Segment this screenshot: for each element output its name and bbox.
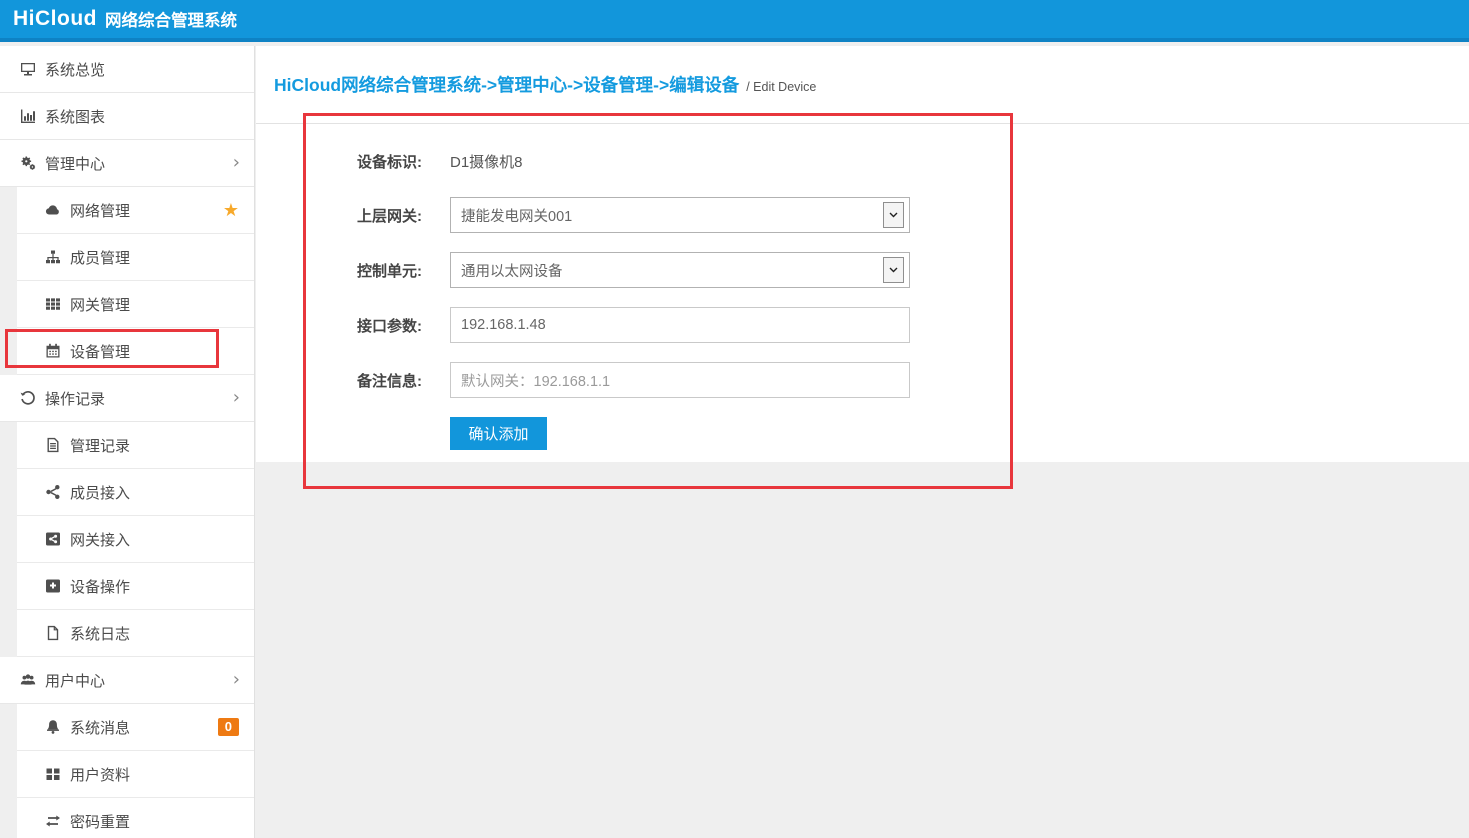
control-unit-label: 控制单元: bbox=[256, 260, 422, 281]
sidebar-item-label: 系统总览 bbox=[45, 59, 105, 80]
remark-input[interactable] bbox=[450, 362, 910, 398]
sidebar: 系统总览 系统图表 管理中心 › 网络管理 ★ 成员管理 bbox=[0, 46, 255, 838]
desktop-icon bbox=[20, 61, 36, 77]
sidebar-item-label: 成员管理 bbox=[70, 247, 130, 268]
sidebar-item-label: 成员接入 bbox=[70, 482, 130, 503]
device-id-value: D1摄像机8 bbox=[450, 151, 523, 172]
interface-params-label: 接口参数: bbox=[256, 315, 422, 336]
breadcrumb-suffix: / Edit Device bbox=[746, 76, 816, 94]
breadcrumb-bar: HiCloud网络综合管理系统->管理中心->设备管理->编辑设备 / Edit… bbox=[256, 46, 1469, 124]
chevron-right-icon: › bbox=[233, 389, 240, 407]
sidebar-item-user-profile[interactable]: 用户资料 bbox=[17, 751, 254, 798]
chart-icon bbox=[20, 108, 36, 124]
sidebar-item-label: 管理中心 bbox=[45, 153, 105, 174]
sidebar-item-password-reset[interactable]: 密码重置 bbox=[17, 798, 254, 838]
file-text-icon bbox=[45, 437, 61, 453]
users-icon bbox=[20, 672, 36, 688]
device-id-label: 设备标识: bbox=[256, 151, 422, 172]
confirm-add-button[interactable]: 确认添加 bbox=[450, 417, 547, 450]
remark-row: 备注信息: bbox=[256, 362, 1469, 398]
sidebar-item-user-center[interactable]: 用户中心 › bbox=[0, 657, 254, 704]
upper-gateway-selected-value: 捷能发电网关001 bbox=[461, 205, 572, 226]
edit-device-form: 设备标识: D1摄像机8 上层网关: 捷能发电网关001 控制单元: 通用以太网… bbox=[256, 124, 1469, 462]
remark-label: 备注信息: bbox=[256, 370, 422, 391]
sidebar-item-label: 用户资料 bbox=[70, 764, 130, 785]
control-unit-select[interactable]: 通用以太网设备 bbox=[450, 252, 910, 288]
sidebar-item-system-charts[interactable]: 系统图表 bbox=[0, 93, 254, 140]
control-unit-row: 控制单元: 通用以太网设备 bbox=[256, 252, 1469, 288]
app-logo: HiCloud bbox=[13, 7, 97, 31]
share-square-icon bbox=[45, 531, 61, 547]
sidebar-item-label: 管理记录 bbox=[70, 435, 130, 456]
sidebar-item-label: 网络管理 bbox=[70, 200, 130, 221]
operation-records-submenu: 管理记录 成员接入 网关接入 设备操作 系统日志 bbox=[0, 422, 254, 657]
sidebar-item-gateway-management[interactable]: 网关管理 bbox=[17, 281, 254, 328]
bell-icon bbox=[45, 719, 61, 735]
control-unit-selected-value: 通用以太网设备 bbox=[461, 260, 563, 281]
history-icon bbox=[20, 390, 36, 406]
sidebar-item-system-messages[interactable]: 系统消息 0 bbox=[17, 704, 254, 751]
file-icon bbox=[45, 625, 61, 641]
sitemap-icon bbox=[45, 249, 61, 265]
grid-icon bbox=[45, 296, 61, 312]
sidebar-item-label: 网关接入 bbox=[70, 529, 130, 550]
sidebar-item-label: 设备管理 bbox=[70, 341, 130, 362]
sidebar-item-label: 系统日志 bbox=[70, 623, 130, 644]
upper-gateway-select[interactable]: 捷能发电网关001 bbox=[450, 197, 910, 233]
sidebar-item-member-access[interactable]: 成员接入 bbox=[17, 469, 254, 516]
interface-params-row: 接口参数: bbox=[256, 307, 1469, 343]
exchange-icon bbox=[45, 813, 61, 829]
sidebar-item-network-management[interactable]: 网络管理 ★ bbox=[17, 187, 254, 234]
app-header: HiCloud 网络综合管理系统 bbox=[0, 0, 1469, 42]
interface-params-input[interactable] bbox=[450, 307, 910, 343]
gears-icon bbox=[20, 155, 36, 171]
sidebar-item-device-management[interactable]: 设备管理 bbox=[17, 328, 254, 375]
sidebar-item-member-management[interactable]: 成员管理 bbox=[17, 234, 254, 281]
sidebar-item-label: 网关管理 bbox=[70, 294, 130, 315]
main-content: HiCloud网络综合管理系统->管理中心->设备管理->编辑设备 / Edit… bbox=[256, 46, 1469, 838]
star-icon[interactable]: ★ bbox=[223, 201, 239, 219]
user-center-submenu: 系统消息 0 用户资料 密码重置 bbox=[0, 704, 254, 838]
sidebar-item-label: 系统图表 bbox=[45, 106, 105, 127]
sidebar-item-label: 用户中心 bbox=[45, 670, 105, 691]
plus-square-icon bbox=[45, 578, 61, 594]
calendar-icon bbox=[45, 343, 61, 359]
grid-large-icon bbox=[45, 766, 61, 782]
sidebar-item-system-overview[interactable]: 系统总览 bbox=[0, 46, 254, 93]
sidebar-item-management-records[interactable]: 管理记录 bbox=[17, 422, 254, 469]
chevron-down-icon bbox=[883, 202, 904, 228]
sidebar-item-system-logs[interactable]: 系统日志 bbox=[17, 610, 254, 657]
upper-gateway-label: 上层网关: bbox=[256, 205, 422, 226]
sidebar-item-label: 密码重置 bbox=[70, 811, 130, 832]
chevron-right-icon: › bbox=[233, 154, 240, 172]
sidebar-item-label: 设备操作 bbox=[70, 576, 130, 597]
sidebar-item-gateway-access[interactable]: 网关接入 bbox=[17, 516, 254, 563]
chevron-right-icon: › bbox=[233, 671, 240, 689]
sidebar-item-management-center[interactable]: 管理中心 › bbox=[0, 140, 254, 187]
breadcrumb: HiCloud网络综合管理系统->管理中心->设备管理->编辑设备 bbox=[274, 72, 739, 97]
sidebar-item-label: 操作记录 bbox=[45, 388, 105, 409]
sidebar-item-device-operations[interactable]: 设备操作 bbox=[17, 563, 254, 610]
management-center-submenu: 网络管理 ★ 成员管理 网关管理 设备管理 bbox=[0, 187, 254, 375]
chevron-down-icon bbox=[883, 257, 904, 283]
device-id-row: 设备标识: D1摄像机8 bbox=[256, 144, 1469, 178]
message-count-badge: 0 bbox=[218, 718, 239, 736]
cloud-icon bbox=[45, 202, 61, 218]
upper-gateway-row: 上层网关: 捷能发电网关001 bbox=[256, 197, 1469, 233]
app-title: 网络综合管理系统 bbox=[105, 7, 237, 31]
sidebar-item-operation-records[interactable]: 操作记录 › bbox=[0, 375, 254, 422]
sidebar-item-label: 系统消息 bbox=[70, 717, 130, 738]
share-icon bbox=[45, 484, 61, 500]
